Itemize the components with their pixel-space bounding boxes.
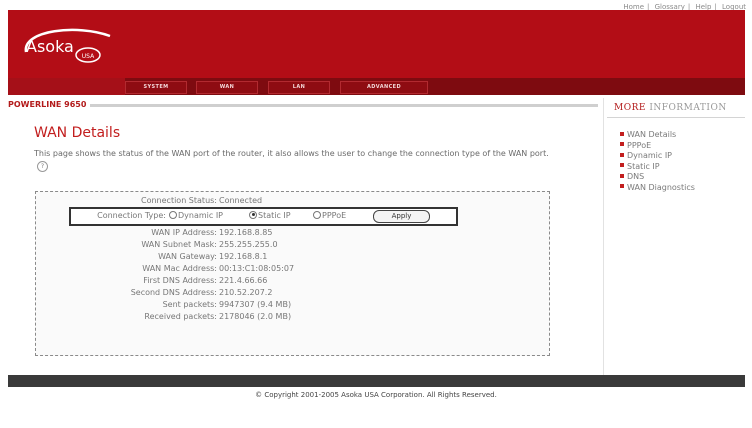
bullet-square-icon bbox=[620, 131, 624, 136]
sidebar-item-label: Static IP bbox=[627, 161, 660, 171]
radio-static-ip[interactable]: Static IP bbox=[249, 210, 291, 220]
detail-value: 9947307 (9.4 MB) bbox=[219, 300, 292, 309]
brand-sub: USA bbox=[82, 53, 95, 60]
sidebar-item-dynamic-ip[interactable]: Dynamic IP bbox=[620, 151, 695, 162]
detail-value: 221.4.66.66 bbox=[219, 276, 268, 285]
nav-wan[interactable]: WAN bbox=[196, 81, 258, 94]
radio-dynamic-ip[interactable]: Dynamic IP bbox=[169, 210, 224, 220]
connection-status-label: Connection Status: bbox=[141, 196, 217, 205]
connection-type-box: Connection Type: Dynamic IP Static IP PP… bbox=[69, 207, 458, 226]
copyright-text: © Copyright 2001-2005 Asoka USA Corporat… bbox=[255, 391, 497, 399]
sidebar-item-label: PPPoE bbox=[627, 140, 652, 150]
header-banner: Asoka USA bbox=[8, 10, 745, 78]
more-info-title-rest: INFORMATION bbox=[649, 103, 727, 113]
sidebar-item-pppoe[interactable]: PPPoE bbox=[620, 141, 695, 152]
detail-row: WAN Subnet Mask: 255.255.255.0 bbox=[36, 240, 549, 252]
sidebar-item-static-ip[interactable]: Static IP bbox=[620, 162, 695, 173]
radio-label: Dynamic IP bbox=[178, 211, 224, 220]
detail-row: Sent packets: 9947307 (9.4 MB) bbox=[36, 300, 549, 312]
detail-label: WAN Gateway: bbox=[158, 252, 217, 261]
sidebar-item-dns[interactable]: DNS bbox=[620, 172, 695, 183]
detail-label: Sent packets: bbox=[162, 300, 217, 309]
detail-row: WAN Mac Address: 00:13:C1:08:05:07 bbox=[36, 264, 549, 276]
detail-label: WAN IP Address: bbox=[151, 228, 217, 237]
asoka-logo: Asoka USA bbox=[24, 28, 111, 63]
product-label: POWERLINE 9650 bbox=[8, 100, 87, 109]
radio-label: PPPoE bbox=[322, 211, 347, 220]
detail-value: 192.168.8.85 bbox=[219, 228, 273, 237]
more-info-list: WAN Details PPPoE Dynamic IP Static IP D… bbox=[620, 130, 695, 193]
connection-type-label: Connection Type: bbox=[97, 211, 166, 220]
detail-value: 00:13:C1:08:05:07 bbox=[219, 264, 295, 273]
detail-label: First DNS Address: bbox=[143, 276, 217, 285]
detail-label: Received packets: bbox=[144, 312, 217, 321]
sidebar-item-wan-diagnostics[interactable]: WAN Diagnostics bbox=[620, 183, 695, 194]
more-info-title-strong: MORE bbox=[614, 103, 646, 113]
router-admin-page: Home | Glossary | Help | Logout Asoka USA S… bbox=[0, 0, 752, 428]
connection-status-value: Connected bbox=[219, 196, 263, 205]
bullet-square-icon bbox=[620, 173, 624, 178]
detail-value: 2178046 (2.0 MB) bbox=[219, 312, 292, 321]
radio-circle-icon bbox=[169, 210, 177, 219]
sidebar-item-label: WAN Diagnostics bbox=[627, 182, 695, 192]
detail-row: WAN IP Address: 192.168.8.85 bbox=[36, 228, 549, 240]
bullet-square-icon bbox=[620, 163, 624, 167]
sidebar-item-label: DNS bbox=[627, 172, 645, 181]
detail-value: 210.52.207.2 bbox=[219, 288, 273, 297]
main-navbar: SYSTEM WAN LAN ADVANCED bbox=[8, 78, 745, 95]
nav-advanced[interactable]: ADVANCED bbox=[340, 81, 428, 94]
radio-circle-icon bbox=[313, 210, 321, 219]
description-text: This page shows the status of the WAN po… bbox=[34, 149, 549, 158]
detail-row: WAN Gateway: 192.168.8.1 bbox=[36, 252, 549, 264]
sidebar-item-label: WAN Details bbox=[627, 130, 677, 139]
detail-label: Second DNS Address: bbox=[130, 288, 217, 297]
sidebar-item-wan-details[interactable]: WAN Details bbox=[620, 130, 695, 141]
detail-value: 255.255.255.0 bbox=[219, 240, 278, 249]
sidebar-item-label: Dynamic IP bbox=[627, 151, 673, 160]
nav-system[interactable]: SYSTEM bbox=[125, 81, 187, 94]
product-divider bbox=[90, 104, 598, 107]
footer-bar bbox=[8, 375, 745, 387]
apply-button[interactable]: Apply bbox=[373, 210, 430, 223]
nav-lan[interactable]: LAN bbox=[268, 81, 330, 94]
sidebar-divider bbox=[603, 98, 604, 375]
wan-status-panel: Connection Status: Connected Connection … bbox=[35, 191, 550, 356]
more-info-title: MORE INFORMATION bbox=[614, 103, 727, 113]
bullet-square-icon bbox=[620, 142, 624, 146]
detail-row: Received packets: 2178046 (2.0 MB) bbox=[36, 312, 549, 324]
bullet-square-icon bbox=[620, 152, 624, 157]
detail-row: First DNS Address: 221.4.66.66 bbox=[36, 276, 549, 288]
page-description: This page shows the status of the WAN po… bbox=[34, 147, 564, 173]
bullet-square-icon bbox=[620, 184, 624, 188]
help-icon[interactable]: ? bbox=[37, 161, 48, 172]
radio-checked-icon bbox=[249, 210, 257, 219]
detail-label: WAN Mac Address: bbox=[142, 264, 217, 273]
detail-label: WAN Subnet Mask: bbox=[141, 240, 217, 249]
detail-row: Second DNS Address: 210.52.207.2 bbox=[36, 288, 549, 300]
radio-pppoe[interactable]: PPPoE bbox=[313, 210, 347, 220]
page-title: WAN Details bbox=[34, 125, 121, 141]
brand-name: Asoka bbox=[26, 37, 74, 56]
detail-value: 192.168.8.1 bbox=[219, 252, 268, 261]
radio-label: Static IP bbox=[258, 211, 291, 220]
